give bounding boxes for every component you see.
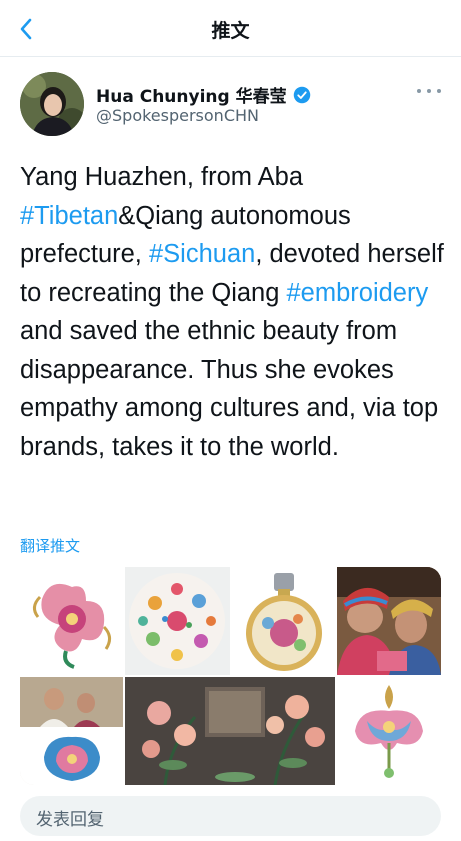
tweet-text: Yang Huazhen, from Aba #Tibetan&Qiang au… <box>20 158 450 466</box>
photo-perfume-bottle[interactable] <box>232 567 335 675</box>
hashtag-link[interactable]: #embroidery <box>287 279 429 307</box>
photo-embroidery-disc[interactable] <box>125 567 230 675</box>
tweet-text-segment: Yang Huazhen, from Aba <box>20 163 304 191</box>
photo-embroiderer-woman[interactable] <box>337 567 441 675</box>
hashtag-link[interactable]: #Sichuan <box>149 240 255 268</box>
page-title: 推文 <box>211 20 250 42</box>
tweet-text-segment: and saved the ethnic beauty from disappe… <box>20 317 439 461</box>
photo-embroidered-flowers-room[interactable] <box>125 677 335 785</box>
hashtag-link[interactable]: #Tibetan <box>20 202 118 230</box>
photo-brooch-lotus[interactable] <box>337 677 441 785</box>
name-row: Hua Chunying 华春莹 <box>96 82 311 107</box>
more-options-icon[interactable] <box>417 82 441 100</box>
tweet-author: Hua Chunying 华春莹 @SpokespersonCHN <box>20 72 445 136</box>
avatar[interactable] <box>20 72 84 136</box>
nav-bar: 推文 <box>0 0 461 57</box>
photo-two-women-brooch[interactable] <box>20 677 123 785</box>
media-gallery[interactable] <box>20 567 441 785</box>
reply-placeholder: 发表回复 <box>36 810 104 830</box>
reply-input[interactable]: 发表回复 <box>20 796 441 836</box>
author-handle[interactable]: @SpokespersonCHN <box>96 106 259 125</box>
photo-brooch-flower[interactable] <box>20 567 123 675</box>
verified-badge-icon <box>293 86 310 103</box>
translate-tweet-link[interactable]: 翻译推文 <box>20 535 80 556</box>
author-name[interactable]: Hua Chunying 华春莹 <box>96 82 287 107</box>
